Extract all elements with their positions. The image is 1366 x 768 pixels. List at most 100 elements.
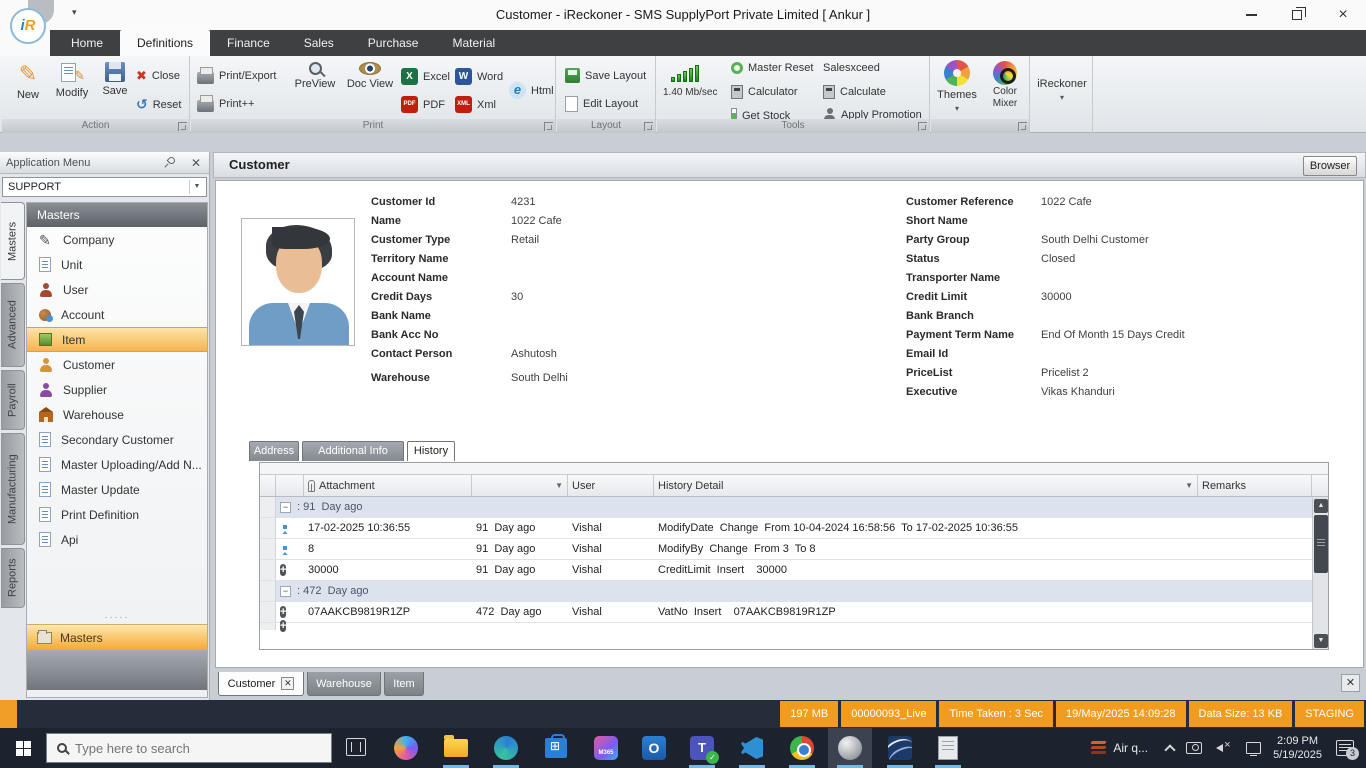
sidebar-item-warehouse[interactable]: Warehouse <box>27 402 207 427</box>
sidebar-splitter[interactable]: ····· <box>27 614 207 624</box>
doc-tab-customer[interactable]: Customer✕ <box>218 672 304 696</box>
scroll-up-icon[interactable]: ▲ <box>1314 499 1328 513</box>
taskbar-ireckoner-icon[interactable] <box>828 728 872 768</box>
print-dialog-launcher[interactable] <box>544 122 553 131</box>
grid-group-row[interactable]: −: 91 Day ago <box>260 497 1328 518</box>
doc-tab-item[interactable]: Item <box>384 672 424 696</box>
sidebar-item-secondary-customer[interactable]: Secondary Customer <box>27 427 207 452</box>
tray-expand-icon[interactable] <box>1164 744 1175 755</box>
volume-muted-icon[interactable] <box>1216 741 1234 755</box>
app-logo[interactable]: iR <box>10 8 46 44</box>
collapse-icon[interactable]: − <box>280 502 291 513</box>
sidebar-item-master-update[interactable]: Master Update <box>27 477 207 502</box>
vertical-tab-masters[interactable]: Masters <box>1 202 25 280</box>
column-header-age[interactable]: ▼ <box>472 475 568 496</box>
taskbar-sql-tool-icon[interactable] <box>878 728 922 768</box>
sidebar-item-master-uploading[interactable]: Master Uploading/Add N... <box>27 452 207 477</box>
modify-button[interactable]: ✎Modify <box>50 62 94 99</box>
sidebar-close-icon[interactable]: ✕ <box>191 152 201 174</box>
search-input[interactable] <box>75 741 305 756</box>
doc-view-button[interactable]: Doc View <box>343 62 397 90</box>
grid-vertical-scrollbar[interactable]: ▲ ▼ <box>1312 498 1328 649</box>
save-layout-button[interactable]: Save Layout <box>565 68 646 83</box>
reset-button[interactable]: ↺Reset <box>136 96 181 113</box>
calculator-button[interactable]: Calculator <box>731 85 798 99</box>
master-reset-button[interactable]: Master Reset <box>731 62 813 74</box>
word-button[interactable]: WWord <box>455 68 503 85</box>
vertical-tab-manufacturing[interactable]: Manufacturing <box>1 433 25 545</box>
new-button[interactable]: ✎New <box>8 62 48 101</box>
color-mixer-button[interactable]: ColorMixer <box>983 61 1027 109</box>
ribbon-tab-sales[interactable]: Sales <box>287 30 351 56</box>
tab-history[interactable]: History <box>407 441 455 461</box>
vertical-tab-advanced[interactable]: Advanced <box>1 283 25 367</box>
browser-button[interactable]: Browser <box>1303 156 1357 176</box>
vertical-tab-reports[interactable]: Reports <box>1 548 25 608</box>
ribbon-tab-material[interactable]: Material <box>435 30 512 56</box>
restore-button[interactable] <box>1274 0 1320 30</box>
sidebar-item-company[interactable]: ✎Company <box>27 227 207 252</box>
taskbar-store-icon[interactable] <box>534 728 578 768</box>
taskbar-m365-icon[interactable]: M365 <box>584 728 628 768</box>
edit-layout-button[interactable]: Edit Layout <box>565 96 638 112</box>
filter-icon[interactable]: ▼ <box>1185 481 1193 490</box>
air-quality-widget[interactable]: Air q... <box>1113 741 1148 755</box>
column-header-attachment[interactable]: Attachment <box>304 475 472 496</box>
ribbon-tab-home[interactable]: Home <box>54 30 120 56</box>
column-header-remarks[interactable]: Remarks <box>1198 475 1312 496</box>
close-form-button[interactable]: ✖Close <box>136 68 180 84</box>
doc-tab-warehouse[interactable]: Warehouse <box>307 672 381 696</box>
ribbon-tab-definitions[interactable]: Definitions <box>120 30 210 56</box>
tab-address[interactable]: Address <box>249 441 299 461</box>
preview-button[interactable]: PreView <box>291 62 339 90</box>
excel-button[interactable]: XExcel <box>401 68 450 85</box>
column-header-history-detail[interactable]: History Detail▼ <box>654 475 1198 496</box>
sidebar-item-api[interactable]: Api <box>27 527 207 552</box>
tab-additional-info[interactable]: Additional Info <box>302 441 404 461</box>
ireckoner-menu-button[interactable]: iReckoner▾ <box>1033 78 1091 102</box>
taskbar-outlook-icon[interactable]: O <box>632 728 676 768</box>
sidebar-item-unit[interactable]: Unit <box>27 252 207 277</box>
air-quality-icon[interactable] <box>1091 740 1107 756</box>
taskbar-chrome-icon[interactable] <box>780 728 824 768</box>
taskbar-vscode-icon[interactable] <box>730 728 774 768</box>
doc-tab-close-icon[interactable]: ✕ <box>281 677 294 690</box>
salesxceed-button[interactable]: Salesxceed <box>823 62 880 74</box>
taskbar-search[interactable] <box>46 733 332 763</box>
close-button[interactable]: × <box>1320 0 1366 30</box>
scroll-thumb[interactable] <box>1314 515 1328 573</box>
ribbon-tab-purchase[interactable]: Purchase <box>351 30 436 56</box>
grid-row[interactable]: + 07AAKCB9819R1ZP 472 Day ago Vishal Vat… <box>260 602 1328 623</box>
ribbon-tab-finance[interactable]: Finance <box>210 30 287 56</box>
filter-icon[interactable]: ▼ <box>555 481 563 490</box>
taskbar-teams-icon[interactable]: T <box>680 728 724 768</box>
tools-dialog-launcher[interactable] <box>918 122 927 131</box>
grid-row[interactable]: 17-02-2025 10:36:55 91 Day ago Vishal Mo… <box>260 518 1328 539</box>
themes-button[interactable]: Themes▾ <box>935 60 979 113</box>
html-button[interactable]: eHtml <box>509 82 554 99</box>
taskbar-edge-icon[interactable] <box>484 728 528 768</box>
taskbar-file-explorer-icon[interactable] <box>434 728 478 768</box>
column-header-user[interactable]: User <box>568 475 654 496</box>
tab-strip-close-button[interactable]: ✕ <box>1341 674 1360 692</box>
taskbar-clock[interactable]: 2:09 PM5/19/2025 <box>1273 734 1322 762</box>
sidebar-item-print-definition[interactable]: Print Definition <box>27 502 207 527</box>
sidebar-item-item[interactable]: Item <box>27 327 207 352</box>
grid-row[interactable]: 8 91 Day ago Vishal ModifyBy Change From… <box>260 539 1328 560</box>
notification-center-icon[interactable]: 3 <box>1336 740 1354 756</box>
vertical-tab-payroll[interactable]: Payroll <box>1 370 25 430</box>
print-export-button[interactable]: Print/Export <box>197 68 276 84</box>
grid-group-row[interactable]: −: 472 Day ago <box>260 581 1328 602</box>
start-button[interactable] <box>0 728 46 768</box>
task-view-icon[interactable] <box>346 738 366 756</box>
layout-dialog-launcher[interactable] <box>644 122 653 131</box>
collapse-icon[interactable]: − <box>280 586 291 597</box>
sidebar-item-account[interactable]: Account <box>27 302 207 327</box>
calculate-button[interactable]: Calculate <box>823 85 886 99</box>
sidebar-item-supplier[interactable]: Supplier <box>27 377 207 402</box>
pdf-button[interactable]: PDFPDF <box>401 96 445 113</box>
sidebar-item-customer[interactable]: Customer <box>27 352 207 377</box>
taskbar-notepad-icon[interactable] <box>926 728 970 768</box>
pin-icon[interactable] <box>167 156 177 166</box>
grid-row[interactable]: + 30000 91 Day ago Vishal CreditLimit In… <box>260 560 1328 581</box>
